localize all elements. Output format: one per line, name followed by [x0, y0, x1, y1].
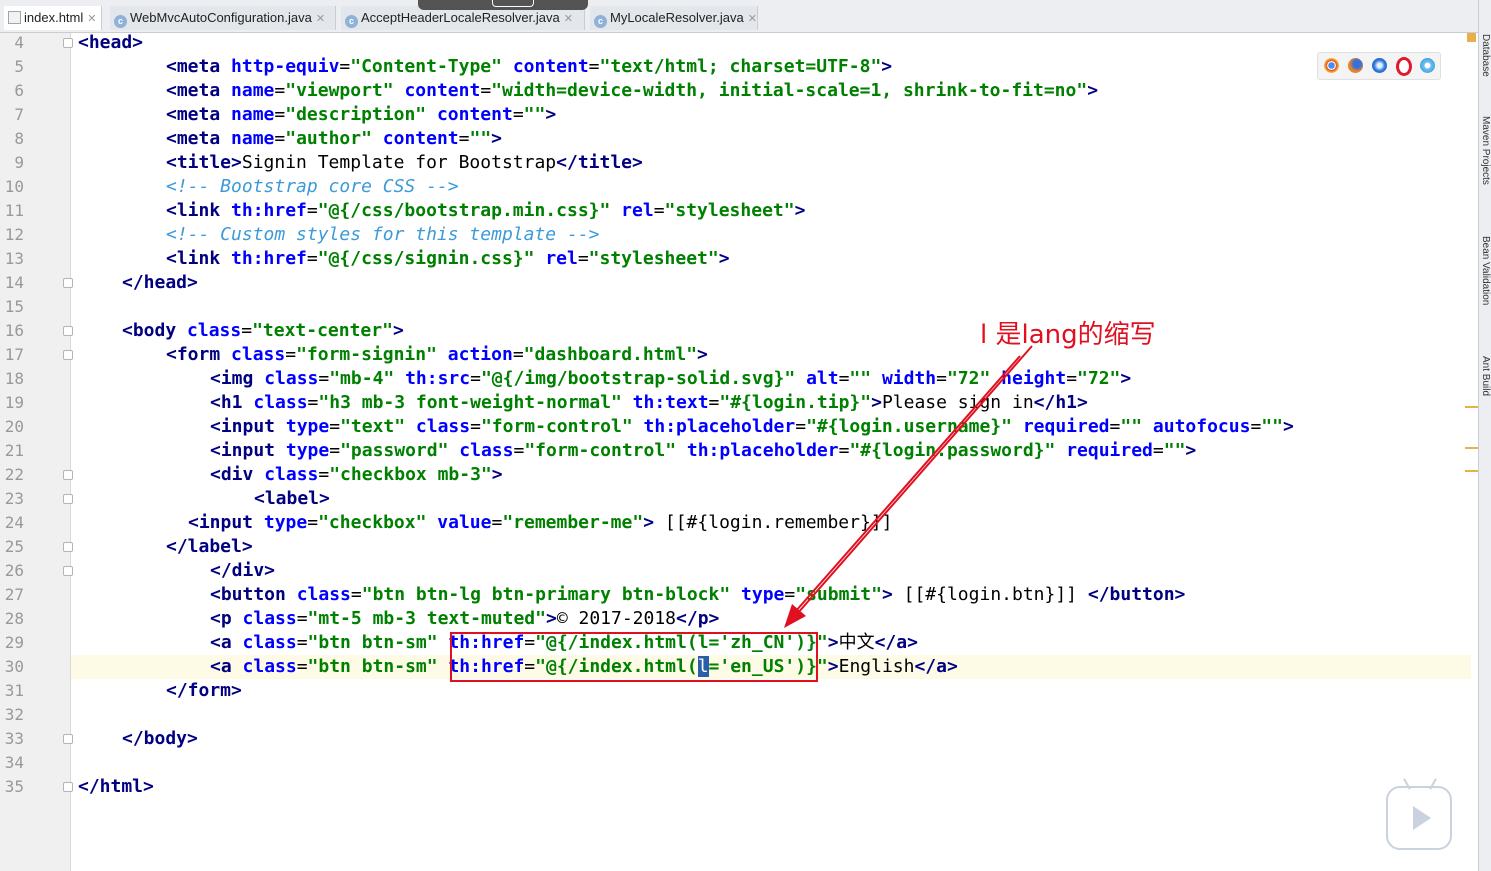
- annotation-arrow: [784, 345, 1033, 628]
- video-play-icon[interactable]: [1386, 778, 1452, 850]
